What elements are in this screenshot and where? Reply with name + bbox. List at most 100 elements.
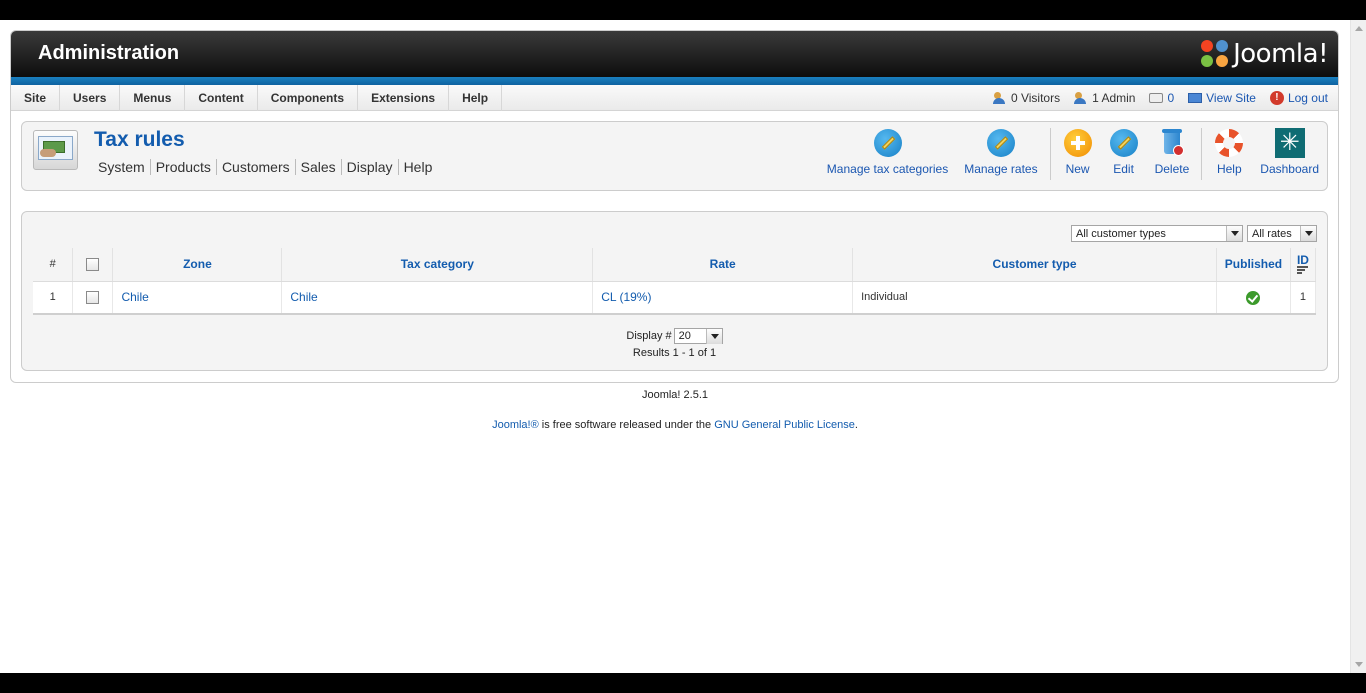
pagination: Display # 20 Results 1 - 1 of 1 [33,323,1316,359]
monitor-icon [1188,93,1203,103]
menu-extensions[interactable]: Extensions [358,85,450,111]
submenu-products[interactable]: Products [151,159,217,175]
admins-icon [1074,92,1088,104]
menu-site[interactable]: Site [11,85,61,111]
page-title: Tax rules [94,128,185,151]
messages-icon [1149,93,1164,103]
lifebuoy-icon [1214,128,1244,158]
row-rate-link[interactable]: CL (19%) [592,281,854,315]
license-footer: Joomla!® is free software released under… [0,419,1350,431]
pencil-icon [1109,128,1139,158]
submenu-system[interactable]: System [94,159,151,175]
license-period: . [854,419,858,431]
tax-rules-icon [33,130,78,170]
messages-link[interactable]: 0 [1149,91,1174,105]
filters: All customer types All rates [1071,225,1317,242]
logout-icon: ! [1269,91,1284,105]
joomla-logo[interactable]: Joomla! [1201,39,1328,69]
logout-link[interactable]: ! Log out [1269,91,1328,105]
table-row: 1 Chile Chile CL (19%) Individual 1 [33,281,1317,315]
col-select-all [72,248,114,282]
row-select-cell [72,281,114,315]
component-submenu: System Products Customers Sales Display … [94,159,437,175]
col-customer-type[interactable]: Customer type [852,248,1217,282]
chevron-down-icon [705,329,722,344]
row-tax-category-link[interactable]: Chile [281,281,594,315]
admins-status: 1 Admin [1074,91,1135,105]
admin-frame: Administration Joomla! Site Users Menus … [10,30,1339,383]
toolbar-buttons: Manage tax categories Manage rates New E… [819,128,1327,186]
admin-header: Administration Joomla! [11,31,1338,85]
submenu-display[interactable]: Display [342,159,399,175]
manage-tax-categories-button[interactable]: Manage tax categories [819,128,956,176]
display-limit-select[interactable]: 20 [673,328,723,344]
col-zone[interactable]: Zone [112,248,283,282]
joomla-link[interactable]: Joomla!® [492,419,539,431]
view-site-link[interactable]: View Site [1188,91,1256,105]
vertical-scrollbar[interactable] [1350,20,1366,673]
logout-label: Log out [1287,91,1328,105]
published-check-icon[interactable] [1246,290,1261,305]
chevron-down-icon [1226,226,1242,241]
gpl-link[interactable]: GNU General Public License [714,419,855,431]
col-number: # [33,248,74,282]
results-counter: Results 1 - 1 of 1 [632,347,717,359]
list-box: All customer types All rates # Zone Tax … [21,211,1328,371]
license-text: is free software released under the [538,419,715,431]
row-id: 1 [1290,281,1317,315]
col-published[interactable]: Published [1216,248,1291,282]
new-button[interactable]: New [1055,128,1101,176]
menu-components[interactable]: Components [258,85,359,111]
pencil-icon [873,128,903,158]
toolbar-box: Tax rules System Products Customers Sale… [21,121,1328,191]
version-footer: Joomla! 2.5.1 [641,389,709,401]
col-rate[interactable]: Rate [592,248,854,282]
display-label: Display # [626,330,672,342]
scroll-up-icon[interactable] [1355,26,1363,31]
col-id[interactable]: ID [1290,248,1317,282]
status-bar: 0 Visitors 1 Admin 0 View Site ! Log out [992,85,1328,111]
tax-rules-table: # Zone Tax category Rate Customer type P… [33,248,1317,315]
visitors-icon [992,92,1007,104]
browser-viewport: Administration Joomla! Site Users Menus … [0,20,1366,673]
toolbar-divider [1201,128,1203,180]
chevron-down-icon [1300,226,1316,241]
admin-title: Administration [38,42,180,64]
trash-icon [1157,128,1187,158]
menu-help[interactable]: Help [449,85,503,111]
rates-filter[interactable]: All rates [1247,225,1317,242]
customer-type-filter[interactable]: All customer types [1071,225,1243,242]
dashboard-button[interactable]: ✳ Dashboard [1252,128,1327,176]
dashboard-icon: ✳ [1274,128,1305,158]
submenu-help[interactable]: Help [399,159,438,175]
submenu-customers[interactable]: Customers [217,159,296,175]
joomla-logo-icon [1201,40,1229,68]
menu-menus[interactable]: Menus [120,85,186,111]
view-site-label: View Site [1206,91,1256,105]
main-menu-bar: Site Users Menus Content Components Exte… [11,85,1338,111]
messages-count: 0 [1167,91,1175,105]
select-all-checkbox[interactable] [86,258,100,272]
help-button[interactable]: Help [1206,128,1252,176]
sort-desc-icon [1297,265,1309,276]
col-tax-category[interactable]: Tax category [281,248,594,282]
menu-users[interactable]: Users [60,85,121,111]
visitors-status: 0 Visitors [992,91,1061,105]
row-number: 1 [33,281,74,315]
pencil-icon [986,128,1016,158]
delete-button[interactable]: Delete [1147,128,1198,176]
row-published-cell [1216,281,1291,315]
edit-button[interactable]: Edit [1101,128,1147,176]
plus-icon [1063,128,1093,158]
header-strip [11,77,1338,85]
row-zone-link[interactable]: Chile [112,281,283,315]
submenu-sales[interactable]: Sales [296,159,342,175]
manage-rates-button[interactable]: Manage rates [956,128,1045,176]
visitors-count: 0 Visitors [1010,91,1061,105]
scroll-down-icon[interactable] [1355,662,1363,667]
joomla-logo-text: Joomla! [1233,39,1328,69]
col-id-label: ID [1296,252,1309,267]
row-customer-type: Individual [852,281,1217,315]
menu-content[interactable]: Content [185,85,258,111]
row-checkbox[interactable] [86,291,100,305]
